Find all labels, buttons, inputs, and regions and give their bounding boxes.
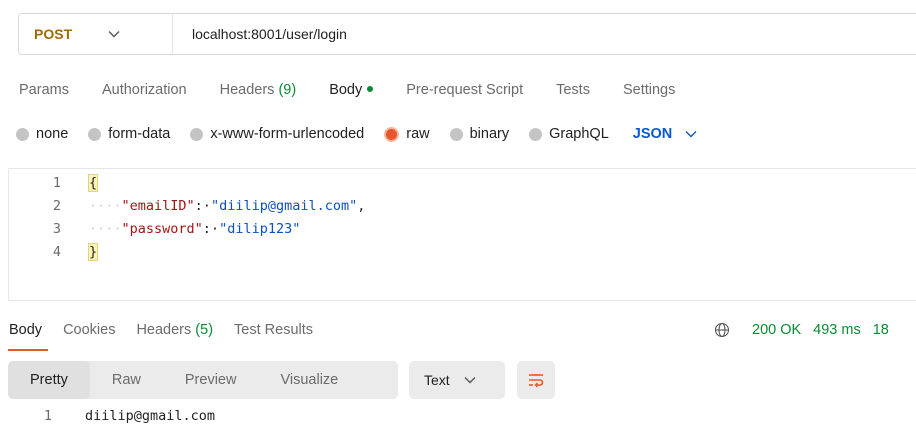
radio-graphql[interactable] [529,127,543,141]
mode-graphql-label: GraphQL [549,126,609,142]
tab-params[interactable]: Params [19,82,69,98]
line-number: 2 [52,198,61,214]
mode-form-data-label: form-data [108,126,171,142]
tab-pre-request-script-label: Pre-request Script [406,82,524,98]
status-code[interactable]: 200 OK [752,322,801,338]
close-brace: } [87,243,99,261]
mode-form-data[interactable]: form-data [88,126,170,142]
view-raw-button[interactable]: Raw [90,361,163,399]
mode-raw-label: raw [406,126,430,142]
tab-authorization-label: Authorization [101,82,187,98]
mode-x-www-form-urlencoded[interactable]: x-www-form-urlencoded [190,126,364,142]
response-body-line: 1 diilip@gmail.com [0,406,215,425]
response-language-label: Text [424,372,450,388]
indent-whitespace: ···· [89,198,122,214]
line-number: 4 [52,244,61,260]
mode-binary[interactable]: binary [449,126,510,142]
code-text: { [87,174,99,192]
json-value: "dilip123" [219,221,301,237]
view-preview-button[interactable]: Preview [163,361,259,399]
json-trail: , [357,198,366,214]
wrap-lines-button[interactable] [517,361,555,399]
response-headers-count: (5) [195,322,214,338]
tab-test-results[interactable]: Test Results [234,322,313,338]
line-number: 3 [52,221,61,237]
request-url-bar: POST localhost:8001/user/login [18,13,916,55]
tab-params-label: Params [19,82,69,98]
json-separator: :· [202,221,220,237]
body-format-label: JSON [632,126,673,142]
body-mode-group: none form-data x-www-form-urlencoded raw… [16,124,697,144]
response-body-text: diilip@gmail.com [85,408,216,424]
tab-test-results-label: Test Results [234,322,314,338]
line-number: 1 [52,175,61,191]
radio-form-data[interactable] [88,127,102,141]
line-number: 1 [43,408,52,424]
code-line: 3 ····"password":·"dilip123" [9,217,300,241]
response-size[interactable]: 18 [873,322,889,338]
tab-headers[interactable]: Headers (9) [220,82,297,98]
radio-raw[interactable] [384,126,400,142]
response-status-bar: 200 OK 493 ms 18 [714,320,901,340]
mode-none-label: none [36,126,69,142]
tab-settings-label: Settings [622,82,676,98]
tab-cookies[interactable]: Cookies [63,322,115,338]
tab-tests[interactable]: Tests [556,82,590,98]
mode-binary-label: binary [469,126,510,142]
code-line: 4 } [9,240,99,264]
response-tabs: Body Cookies Headers (5) Test Results [7,320,334,351]
url-input[interactable]: localhost:8001/user/login [173,26,347,42]
radio-x-www-form-urlencoded[interactable] [190,127,204,141]
method-label: POST [34,26,73,42]
code-text: } [87,243,99,261]
open-brace: { [87,174,99,192]
code-line: 1 { [9,171,99,195]
tab-authorization[interactable]: Authorization [102,82,187,98]
mode-raw[interactable]: raw [384,126,430,142]
method-selector[interactable]: POST [19,14,173,54]
indent-whitespace: ···· [89,221,122,237]
tab-response-headers[interactable]: Headers (5) [136,322,213,338]
code-line: 2 ····"emailID":·"diilip@gmail.com", [9,194,366,218]
tab-headers-label: Headers [219,82,275,98]
tab-response-body[interactable]: Body [7,322,49,351]
response-view-toggle: Pretty Raw Preview Visualize [8,361,398,399]
mode-graphql[interactable]: GraphQL [529,126,609,142]
tab-pre-request-script[interactable]: Pre-request Script [406,82,523,98]
radio-none[interactable] [16,127,29,141]
tab-cookies-label: Cookies [63,322,116,338]
json-value: "diilip@gmail.com" [210,198,358,214]
tab-body-label: Body [329,82,363,98]
headers-count: (9) [278,82,297,98]
tab-tests-label: Tests [556,82,590,98]
wrap-lines-icon [529,374,544,388]
chevron-down-icon [685,131,697,138]
code-text: ····"emailID":·"diilip@gmail.com", [89,198,365,214]
view-pretty-button[interactable]: Pretty [8,361,90,399]
body-active-dot [367,86,374,93]
code-text: ····"password":·"dilip123" [89,221,300,237]
request-body-editor[interactable]: 1 { 2 ····"emailID":·"diilip@gmail.com",… [8,168,916,301]
tab-response-headers-label: Headers [136,322,192,338]
json-separator: :· [194,198,211,214]
globe-icon[interactable] [714,322,730,338]
radio-binary[interactable] [449,127,463,141]
view-visualize-button[interactable]: Visualize [258,361,360,399]
body-format-select[interactable]: JSON [633,126,698,142]
chevron-down-icon [464,377,476,384]
mode-none[interactable]: none [16,126,68,142]
tab-response-body-label: Body [9,322,43,338]
response-language-select[interactable]: Text [409,361,505,399]
tab-settings[interactable]: Settings [623,82,675,98]
response-time[interactable]: 493 ms [813,322,861,338]
json-key: "emailID" [121,198,195,214]
json-key: "password" [121,221,203,237]
chevron-down-icon [108,31,120,38]
request-tabs: Params Authorization Headers (9) Body Pr… [19,79,708,101]
mode-x-www-form-urlencoded-label: x-www-form-urlencoded [210,126,365,142]
tab-body[interactable]: Body [329,82,374,98]
